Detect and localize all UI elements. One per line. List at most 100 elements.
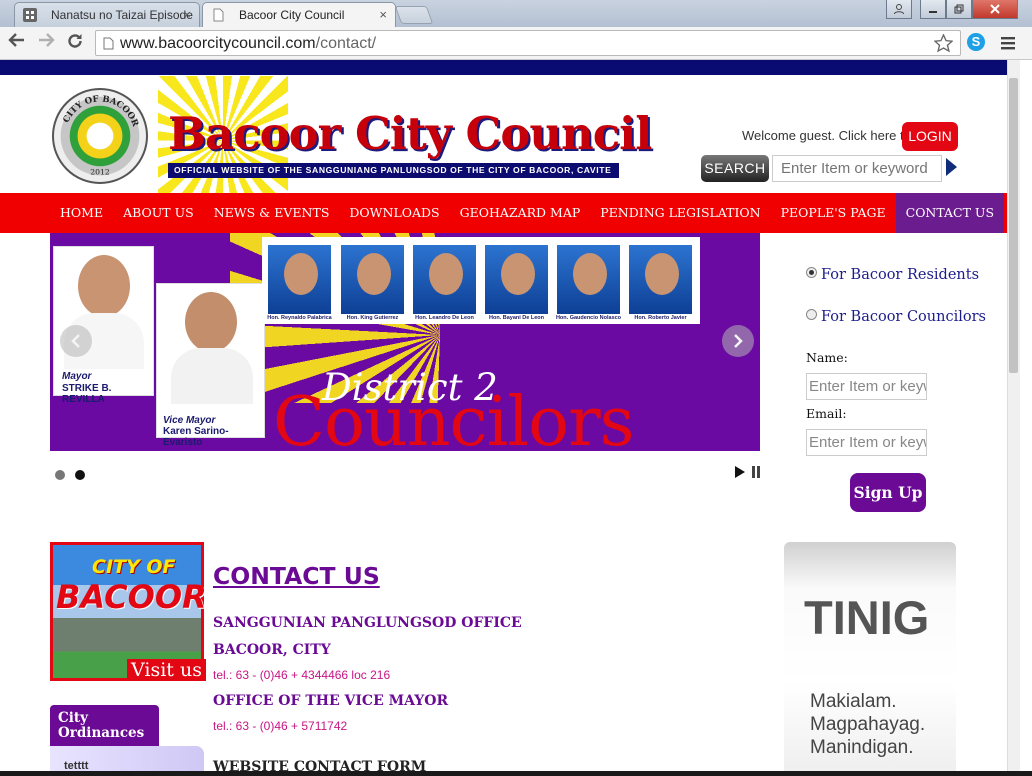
search-go-arrow-icon[interactable] (946, 158, 957, 176)
nav-news-events[interactable]: NEWS & EVENTS (204, 193, 340, 233)
name-input[interactable]: Enter Item or keyword (806, 373, 927, 400)
search-input[interactable] (772, 155, 942, 182)
councilor-name: Hon. Leandro De Leon (408, 314, 481, 323)
seal-year: 2012 (90, 167, 110, 176)
browser-titlebar: Nanatsu no Taizai Episode × Bacoor City … (0, 0, 1032, 28)
page-icon (103, 37, 114, 50)
councilor-name: Hon. Reynaldo Palabrica (263, 314, 336, 323)
sign-up-button[interactable]: Sign Up (850, 473, 926, 512)
search-button[interactable]: SEARCH (701, 155, 769, 182)
mayor-photo: Mayor STRIKE B. REVILLA (53, 246, 154, 405)
top-band (0, 60, 1007, 75)
nav-pending-legislation[interactable]: PENDING LEGISLATION (590, 193, 770, 233)
contact-heading[interactable]: CONTACT US (213, 562, 380, 590)
scrollbar-thumb[interactable] (1009, 78, 1018, 373)
visit-us-label[interactable]: Visit us (127, 659, 206, 681)
tinig-line: Makialam. (810, 691, 897, 712)
address-bar[interactable]: www.bacoorcitycouncil.com/contact/ (95, 30, 961, 56)
city-seal-logo[interactable]: CITY OF BACOOR 2012 (52, 88, 148, 184)
play-icon[interactable] (734, 466, 745, 478)
mayor-role: Mayor (62, 371, 92, 382)
councilor-photo (483, 243, 550, 323)
forward-icon[interactable] (35, 32, 57, 53)
nav-downloads[interactable]: DOWNLOADS (339, 193, 449, 233)
bookmark-star-icon[interactable] (934, 34, 953, 53)
councilor-name: Hon. Gaudencio Nolasco (552, 314, 625, 323)
browser-tab-inactive[interactable]: Nanatsu no Taizai Episode × (14, 2, 200, 27)
slider-next-icon[interactable] (722, 325, 754, 357)
svg-text:CITY OF BACOOR: CITY OF BACOOR (62, 94, 141, 128)
new-tab-button[interactable] (394, 6, 434, 24)
seal-text: CITY OF BACOOR (62, 94, 141, 128)
menu-icon[interactable] (1001, 36, 1015, 50)
vice-mayor-face (185, 292, 237, 352)
slider-dot[interactable] (55, 470, 65, 480)
welcome-text: Welcome guest. Click here to (742, 128, 911, 143)
window-bottom-border (0, 771, 1032, 776)
councilor-photo (266, 243, 333, 323)
main-nav: HOME ABOUT US NEWS & EVENTS DOWNLOADS GE… (0, 193, 1007, 233)
email-input[interactable]: Enter Item or keyword (806, 429, 927, 456)
browser-tab-active[interactable]: Bacoor City Council × (202, 2, 396, 28)
mayor-name: STRIKE B. REVILLA (62, 383, 112, 405)
email-label: Email: (806, 406, 847, 421)
user-profile-icon[interactable] (886, 0, 912, 19)
radio-label: For Bacoor Residents (821, 267, 980, 283)
site-subtitle: OFFICIAL WEBSITE OF THE SANGGUNIANG PANL… (168, 163, 619, 178)
pause-icon[interactable] (751, 466, 761, 478)
url-path: /contact/ (315, 35, 377, 52)
radio-councilors[interactable]: For Bacoor Councilors (806, 309, 986, 326)
slider-dot-active[interactable] (75, 470, 85, 480)
slider-prev-icon[interactable] (60, 325, 92, 357)
councilor-name: Hon. King Gutierrez (336, 314, 409, 323)
nav-home[interactable]: HOME (50, 193, 113, 233)
tinig-line: Manindigan. (810, 737, 914, 758)
city-ordinances-tab[interactable]: City Ordinances (50, 705, 159, 750)
nav-contact-us[interactable]: CONTACT US (895, 193, 1005, 233)
councilor-photo (411, 243, 478, 323)
mayor-face (78, 255, 130, 317)
tab-close-icon[interactable]: × (379, 7, 387, 22)
office-name: SANGGUNIAN PANGLUNGSOD OFFICE (213, 615, 522, 631)
tab-title: Nanatsu no Taizai Episode (51, 8, 193, 22)
nav-geohazard-map[interactable]: GEOHAZARD MAP (450, 193, 591, 233)
browser-toolbar: www.bacoorcitycouncil.com/contact/ S (0, 27, 1032, 60)
councilor-name: Hon. Bayani De Leon (480, 314, 553, 323)
councilor-photo (339, 243, 406, 323)
login-button[interactable]: LOGIN (902, 122, 958, 151)
councilor-photo (627, 243, 694, 323)
close-window-icon[interactable] (972, 0, 1018, 19)
reload-icon[interactable] (64, 32, 86, 55)
radio-label: For Bacoor Councilors (821, 309, 986, 325)
skype-extension-icon[interactable]: S (967, 33, 985, 51)
visit-logo-small: CITY OF (92, 556, 176, 578)
visit-logo-big: BACOOR (56, 578, 207, 616)
url-domain: www.bacoorcitycouncil.com (120, 35, 316, 52)
tab-close-icon[interactable]: × (183, 7, 191, 22)
tinig-line: Magpahayag. (810, 714, 926, 735)
radio-unselected-icon[interactable] (806, 309, 817, 320)
vice-mayor-office: OFFICE OF THE VICE MAYOR (213, 693, 449, 709)
councilor-name: Hon. Roberto Javier (624, 314, 697, 323)
restore-icon[interactable] (946, 0, 972, 19)
name-label: Name: (806, 350, 848, 365)
tab-title: Bacoor City Council (239, 8, 345, 22)
vice-mayor-blouse (171, 348, 253, 404)
radio-selected-icon[interactable] (806, 267, 817, 278)
radio-residents[interactable]: For Bacoor Residents (806, 267, 979, 284)
vice-mayor-name: Karen Sarino-Evaristo (163, 426, 229, 448)
page-favicon-icon (213, 8, 224, 22)
vice-mayor-photo: Vice Mayor Karen Sarino-Evaristo (156, 283, 265, 448)
councilor-photo (555, 243, 622, 323)
vice-mayor-telephone: tel.: 63 - (0)46 + 5711742 (213, 719, 348, 733)
back-icon[interactable] (6, 32, 28, 53)
minimize-icon[interactable] (920, 0, 946, 19)
nav-about-us[interactable]: ABOUT US (113, 193, 204, 233)
window-edge (1020, 60, 1032, 776)
site-title[interactable]: Bacoor City Council (168, 107, 652, 160)
office-city: BACOOR, CITY (213, 642, 331, 658)
office-telephone: tel.: 63 - (0)46 + 4344466 loc 216 (213, 668, 391, 682)
banner-district-text: District 2 (322, 366, 498, 409)
nav-peoples-page[interactable]: PEOPLE'S PAGE (771, 193, 896, 233)
tab-favicon-icon (23, 8, 37, 22)
